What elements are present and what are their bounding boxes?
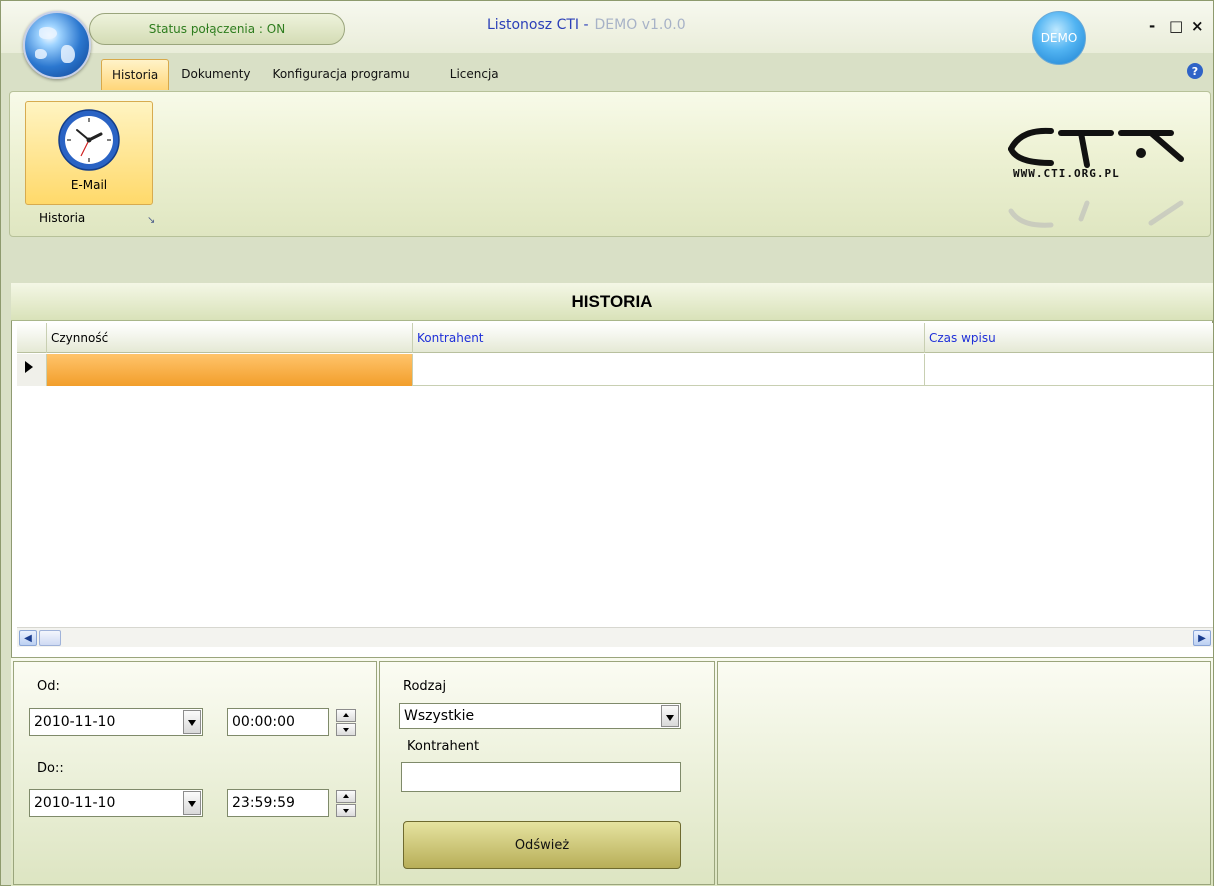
tab-dokumenty[interactable]: Dokumenty xyxy=(171,59,260,89)
cell-kontrahent[interactable] xyxy=(413,354,925,386)
table-row[interactable] xyxy=(17,354,1213,386)
grid-header: Czynność Kontrahent Czas wpisu xyxy=(17,323,1213,353)
email-button[interactable]: E-Mail xyxy=(25,101,153,205)
spin-up-icon[interactable] xyxy=(336,709,356,722)
od-date-picker[interactable]: 2010-11-10 xyxy=(29,708,203,736)
od-date-value: 2010-11-10 xyxy=(34,714,116,730)
globe-land-shape xyxy=(61,45,75,63)
spin-up-icon[interactable] xyxy=(336,790,356,803)
logo-url: WWW.CTI.ORG.PL xyxy=(1013,167,1120,180)
tab-konfiguracja[interactable]: Konfiguracja programu xyxy=(263,59,420,89)
app-version: DEMO v1.0.0 xyxy=(594,17,686,33)
cell-czynnosc[interactable] xyxy=(47,354,413,386)
rodzaj-label: Rodzaj xyxy=(403,679,447,694)
globe-land-shape xyxy=(39,27,57,39)
app-name: Listonosz CTI - xyxy=(487,17,589,33)
grid-corner xyxy=(17,323,47,353)
refresh-button[interactable]: Odśwież xyxy=(403,821,681,869)
ribbon-group-label: Historia xyxy=(39,211,86,225)
rodzaj-select[interactable]: Wszystkie xyxy=(399,703,681,729)
scroll-thumb[interactable] xyxy=(39,630,61,646)
minimize-button[interactable]: - xyxy=(1149,17,1155,35)
demo-badge: DEMO xyxy=(1032,11,1086,65)
scroll-left-icon[interactable]: ◀ xyxy=(19,630,37,646)
tab-licencja[interactable]: Licencja xyxy=(440,59,509,89)
od-label: Od: xyxy=(37,679,60,694)
help-icon[interactable]: ? xyxy=(1187,63,1203,79)
app-window: Status połączenia : ON Listonosz CTI - DE… xyxy=(0,0,1214,886)
row-indicator-icon xyxy=(17,354,47,386)
connection-status: Status połączenia : ON xyxy=(89,13,345,45)
empty-panel xyxy=(717,661,1211,885)
app-title: Listonosz CTI - DEMO v1.0.0 xyxy=(487,17,686,33)
do-time-input[interactable]: 23:59:59 xyxy=(227,789,356,817)
email-button-label: E-Mail xyxy=(70,178,108,192)
kontrahent-label: Kontrahent xyxy=(407,739,480,754)
globe-icon[interactable] xyxy=(23,11,91,79)
horizontal-scrollbar[interactable]: ◀ ▶ xyxy=(17,627,1213,647)
menu-tabs: Historia Dokumenty Konfiguracja programu… xyxy=(101,57,511,91)
do-date-value: 2010-11-10 xyxy=(34,795,116,811)
od-time-value: 00:00:00 xyxy=(232,714,295,730)
maximize-button[interactable]: □ xyxy=(1169,17,1183,35)
do-time-stepper[interactable] xyxy=(336,790,356,818)
od-time-stepper[interactable] xyxy=(336,709,356,737)
tab-historia[interactable]: Historia xyxy=(101,58,170,90)
scroll-right-icon[interactable]: ▶ xyxy=(1193,630,1211,646)
chevron-down-icon[interactable] xyxy=(183,710,201,734)
rodzaj-value: Wszystkie xyxy=(404,708,475,724)
chevron-down-icon[interactable] xyxy=(661,705,679,727)
spin-down-icon[interactable] xyxy=(336,723,356,736)
do-date-picker[interactable]: 2010-11-10 xyxy=(29,789,203,817)
close-button[interactable]: × xyxy=(1191,17,1204,35)
ribbon-group-historia: E-Mail Historia ↘ xyxy=(15,97,161,233)
column-header-czas-wpisu[interactable]: Czas wpisu xyxy=(925,323,1213,353)
globe-land-shape xyxy=(35,49,47,59)
clock-icon xyxy=(58,109,120,171)
history-grid: Czynność Kontrahent Czas wpisu ◀ ▶ xyxy=(17,323,1213,657)
date-range-panel xyxy=(13,661,377,885)
cell-czas-wpisu[interactable] xyxy=(925,354,1213,386)
dialog-launcher-icon[interactable]: ↘ xyxy=(147,215,155,226)
column-header-kontrahent[interactable]: Kontrahent xyxy=(413,323,925,353)
do-time-value: 23:59:59 xyxy=(232,795,295,811)
od-time-input[interactable]: 00:00:00 xyxy=(227,708,356,736)
spin-down-icon[interactable] xyxy=(336,804,356,817)
chevron-down-icon[interactable] xyxy=(183,791,201,815)
column-header-czynnosc[interactable]: Czynność xyxy=(47,323,413,353)
panel-title: HISTORIA xyxy=(11,283,1213,321)
do-label: Do:: xyxy=(37,761,64,776)
kontrahent-input[interactable] xyxy=(401,762,681,792)
